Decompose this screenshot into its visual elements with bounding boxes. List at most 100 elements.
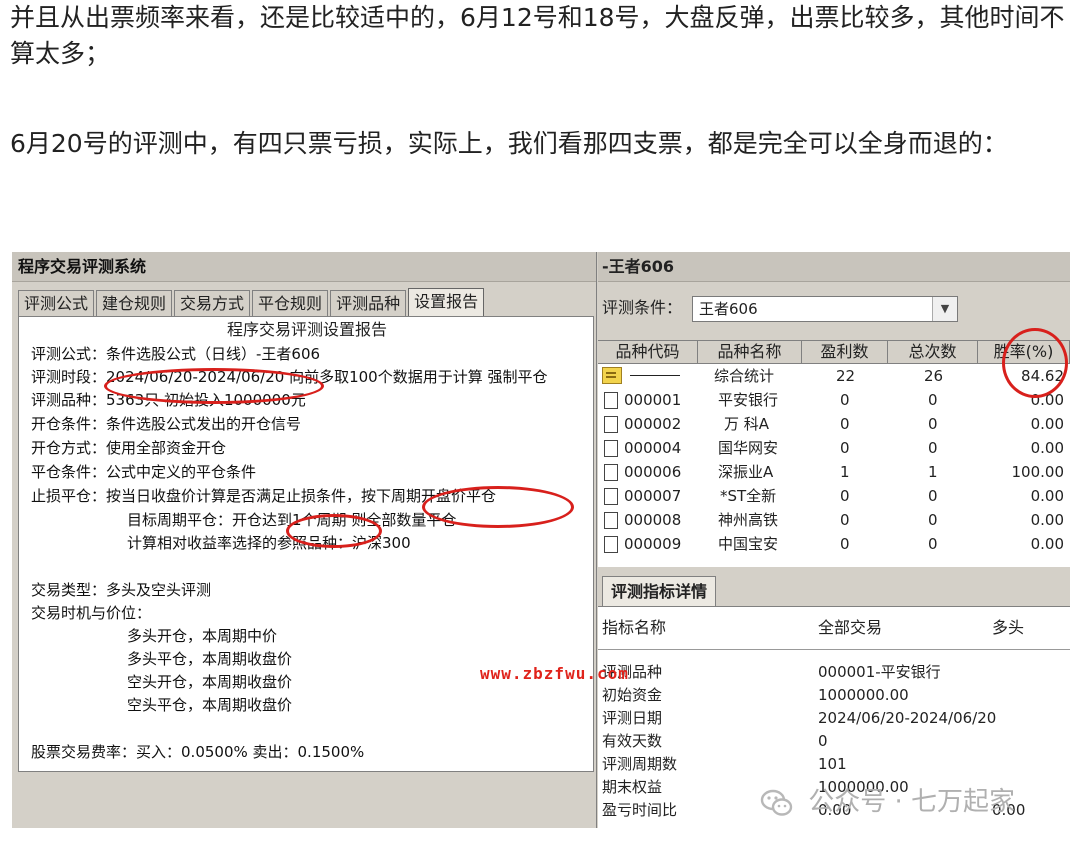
report-close-condition: 平仓条件：公式中定义的平仓条件 (31, 463, 257, 481)
account-watermark-text: 公众号 · 七万起家 (808, 787, 1016, 817)
table-row[interactable]: 000006 深振业A 1 1 100.00 (598, 460, 1070, 484)
row-name: 中国宝安 (718, 535, 779, 553)
article-paragraph-2: 6月20号的评测中，有四只票亏损，实际上，我们看那四支票，都是完全可以全身而退的… (10, 129, 1008, 158)
col-name[interactable]: 品种名称 (698, 341, 802, 363)
wechat-icon (760, 789, 793, 816)
table-row[interactable]: 000001 平安银行 0 0 0.00 (598, 388, 1070, 412)
row-code: 000006 (624, 463, 682, 481)
results-title: -王者606 (598, 252, 1070, 282)
row-code: 000002 (624, 415, 682, 433)
condition-select[interactable]: 王者606 ▼ (692, 296, 958, 322)
row-profit: 0 (840, 487, 850, 505)
detail-label: 期末权益 (602, 778, 663, 796)
document-icon (604, 440, 618, 457)
report-title: 程序交易评测设置报告 (226, 320, 387, 339)
table-row[interactable]: 000007 *ST全新 0 0 0.00 (598, 484, 1070, 508)
table-row[interactable]: 000009 中国宝安 0 0 0.00 (598, 532, 1070, 556)
col-win-rate[interactable]: 胜率(%) (978, 341, 1070, 363)
row-rate: 0.00 (1030, 415, 1064, 433)
tab-settings-report[interactable]: 设置报告 (408, 288, 485, 316)
document-icon (604, 512, 618, 529)
summary-profit: 22 (836, 367, 856, 385)
row-name: 国华网安 (718, 439, 779, 457)
detail-col-all: 全部交易 (818, 618, 883, 637)
folder-icon (602, 367, 622, 384)
table-row[interactable]: 000008 神州高铁 0 0 0.00 (598, 508, 1070, 532)
table-header: 品种代码 品种名称 盈利数 总次数 胜率(%) (598, 341, 1070, 364)
report-open-condition: 开仓条件：条件选股公式发出的开仓信号 (31, 415, 302, 433)
detail-col-name: 指标名称 (602, 618, 667, 637)
row-code: 000009 (624, 535, 682, 553)
report-long-open: 多头开仓，本周期中价 (127, 627, 278, 645)
report-trade-type: 交易类型：多头及空头评测 (31, 581, 212, 599)
settings-tabs: 评测公式 建仓规则 交易方式 平仓规则 评测品种 设置报告 (18, 288, 486, 316)
row-profit: 1 (840, 463, 850, 481)
chevron-down-icon[interactable]: ▼ (932, 297, 957, 321)
panel-footer (12, 772, 596, 828)
row-total: 0 (928, 439, 938, 457)
results-table: 品种代码 品种名称 盈利数 总次数 胜率(%) 综合统计 22 26 84.62… (598, 340, 1070, 567)
row-name: 万 科A (724, 415, 770, 433)
summary-name: 综合统计 (714, 367, 775, 385)
tab-formula[interactable]: 评测公式 (18, 290, 95, 316)
window-title: 程序交易评测系统 (12, 252, 596, 282)
tab-open-rules[interactable]: 建仓规则 (96, 290, 173, 316)
account-watermark: 公众号 · 七万起家 (760, 784, 1015, 820)
detail-label: 初始资金 (602, 686, 663, 704)
row-name: 深振业A (718, 463, 774, 481)
document-icon (604, 416, 618, 433)
row-profit: 0 (840, 535, 850, 553)
settings-report: 程序交易评测设置报告 评测公式：条件选股公式（日线）-王者606 评测时段：20… (18, 316, 594, 772)
detail-value: 1000000.00 (818, 686, 909, 704)
report-timing: 交易时机与价位： (31, 604, 152, 622)
condition-label: 评测条件： (602, 298, 683, 317)
document-icon (604, 464, 618, 481)
report-open-mode: 开仓方式：使用全部资金开仓 (31, 439, 227, 457)
summary-rate: 84.62 (1021, 367, 1064, 385)
tab-symbols[interactable]: 评测品种 (330, 290, 407, 316)
table-row[interactable]: 000002 万 科A 0 0 0.00 (598, 412, 1070, 436)
col-total[interactable]: 总次数 (888, 341, 978, 363)
row-total: 0 (928, 391, 938, 409)
document-icon (604, 536, 618, 553)
report-short-open: 空头开仓，本周期收盘价 (127, 673, 293, 691)
row-rate: 100.00 (1011, 463, 1065, 481)
report-formula: 评测公式：条件选股公式（日线）-王者606 (31, 345, 321, 363)
row-code: 000008 (624, 511, 682, 529)
detail-separator (598, 649, 1070, 650)
detail-value: 000001-平安银行 (818, 663, 941, 681)
row-rate: 0.00 (1030, 439, 1064, 457)
detail-value: 0 (818, 732, 828, 750)
detail-value: 2024/06/20-2024/06/20 (818, 709, 997, 727)
tab-close-rules[interactable]: 平仓规则 (252, 290, 329, 316)
row-total: 0 (928, 511, 938, 529)
tab-trade-mode[interactable]: 交易方式 (174, 290, 251, 316)
row-code: 000007 (624, 487, 682, 505)
report-period: 评测时段：2024/06/20-2024/06/20 向前多取100个数据用于计… (31, 368, 548, 386)
row-rate: 0.00 (1030, 487, 1064, 505)
row-total: 0 (928, 415, 938, 433)
row-code: 000004 (624, 439, 682, 457)
row-code: 000001 (624, 391, 682, 409)
col-profit[interactable]: 盈利数 (802, 341, 888, 363)
detail-value: 101 (818, 755, 847, 773)
summary-dash (630, 375, 680, 376)
url-watermark: www.zbzfwu.com (480, 664, 629, 683)
table-row[interactable]: 000004 国华网安 0 0 0.00 (598, 436, 1070, 460)
summary-row[interactable]: 综合统计 22 26 84.62 (598, 364, 1070, 388)
detail-label: 盈亏时间比 (602, 801, 678, 819)
row-rate: 0.00 (1030, 391, 1064, 409)
row-name: *ST全新 (720, 487, 777, 505)
row-profit: 0 (840, 439, 850, 457)
report-short-close: 空头平仓，本周期收盘价 (127, 696, 293, 714)
detail-col-long: 多头 (992, 618, 1025, 637)
row-name: 神州高铁 (718, 511, 779, 529)
row-total: 0 (928, 535, 938, 553)
col-code[interactable]: 品种代码 (598, 341, 698, 363)
row-rate: 0.00 (1030, 535, 1064, 553)
tab-metrics-detail[interactable]: 评测指标详情 (602, 576, 717, 606)
row-profit: 0 (840, 391, 850, 409)
row-profit: 0 (840, 511, 850, 529)
report-target-period: 目标周期平仓：开仓达到1个周期 则全部数量平仓 (127, 511, 457, 529)
summary-total: 26 (924, 367, 944, 385)
